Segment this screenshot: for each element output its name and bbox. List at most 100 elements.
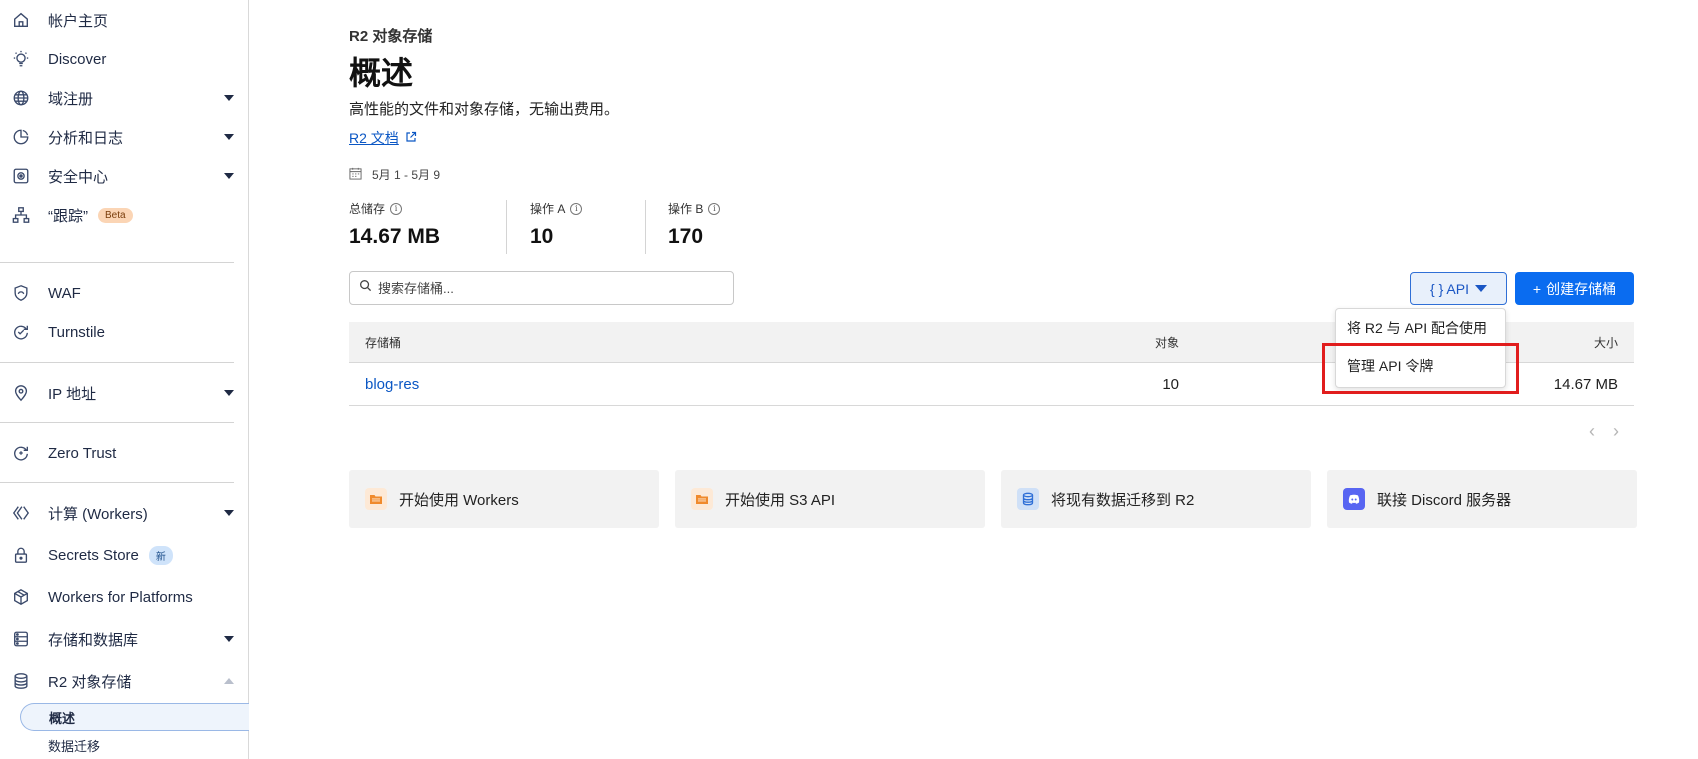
chevron-down-icon (224, 173, 234, 179)
sidebar-item-compute-workers[interactable]: 计算 (Workers) (0, 493, 248, 533)
column-header-size[interactable]: 大小 (1594, 334, 1618, 351)
zero-trust-icon (11, 443, 31, 463)
card-label: 联接 Discord 服务器 (1377, 491, 1512, 509)
location-pin-icon (11, 383, 31, 403)
sidebar-item-label: Discover (48, 50, 107, 68)
sidebar-item-waf[interactable]: WAF (0, 273, 248, 313)
card-get-started-workers[interactable]: 开始使用 Workers (349, 470, 659, 528)
info-icon[interactable]: i (570, 202, 583, 215)
chevron-down-icon (224, 510, 234, 516)
chevron-down-icon (224, 134, 234, 140)
create-bucket-button[interactable]: + 创建存储桶 (1515, 272, 1634, 305)
sidebar-item-label: 域注册 (48, 90, 94, 108)
sidebar-subitem-data-migration[interactable]: 数据迁移 (20, 731, 249, 759)
pie-chart-icon (11, 127, 31, 147)
date-range[interactable]: 5月 1 - 5月 9 (349, 166, 440, 183)
app-root: 帐户主页 Discover 域注册 分析和日志 安全中心 “跟踪” Beta W… (0, 0, 1698, 759)
sidebar-item-zero-trust[interactable]: Zero Trust (0, 433, 248, 473)
sidebar-item-r2-object-storage[interactable]: R2 对象存储 (0, 661, 248, 701)
stat-operations-b: 操作 B i 170 (668, 200, 721, 256)
page-title: 概述 (349, 55, 414, 91)
date-range-text: 5月 1 - 5月 9 (372, 168, 441, 182)
sidebar-subitem-label: 概述 (49, 710, 76, 726)
cube-icon (11, 587, 31, 607)
sidebar: 帐户主页 Discover 域注册 分析和日志 安全中心 “跟踪” Beta W… (0, 0, 249, 759)
sidebar-item-domain-registration[interactable]: 域注册 (0, 78, 248, 118)
stat-label: 总储存 (349, 202, 386, 216)
sidebar-subitem-overview[interactable]: 概述 (20, 703, 249, 731)
folder-icon (691, 488, 713, 510)
highlight-box (1322, 343, 1519, 394)
waf-shield-icon (11, 283, 31, 303)
sidebar-item-secrets-store[interactable]: Secrets Store 新 (0, 535, 248, 575)
chevron-right-icon[interactable]: › (1613, 421, 1619, 442)
sidebar-divider (0, 482, 234, 483)
chevron-left-icon[interactable]: ‹ (1589, 421, 1595, 442)
card-migrate-data[interactable]: 将现有数据迁移到 R2 (1001, 470, 1311, 528)
column-header-bucket[interactable]: 存储桶 (365, 334, 401, 351)
pagination: ‹ › (1589, 421, 1619, 442)
sidebar-divider (0, 422, 234, 423)
sidebar-item-label: Zero Trust (48, 444, 117, 462)
info-icon[interactable]: i (708, 202, 721, 215)
sidebar-item-turnstile[interactable]: Turnstile (0, 312, 248, 352)
api-dropdown-button[interactable]: { } API (1410, 272, 1507, 305)
sidebar-item-security-center[interactable]: 安全中心 (0, 156, 248, 196)
card-label: 开始使用 S3 API (725, 491, 836, 509)
card-label: 开始使用 Workers (399, 491, 519, 509)
database-icon (11, 671, 31, 691)
card-join-discord[interactable]: 联接 Discord 服务器 (1327, 470, 1637, 528)
sidebar-item-storage-databases[interactable]: 存储和数据库 (0, 619, 248, 659)
chevron-down-icon (224, 95, 234, 101)
chevron-down-icon (224, 636, 234, 642)
menu-item-use-r2-with-api[interactable]: 将 R2 与 API 配合使用 (1336, 309, 1505, 347)
chevron-down-icon (224, 390, 234, 396)
search-input[interactable] (378, 280, 718, 296)
bucket-search (349, 271, 734, 305)
page-eyebrow: R2 对象存储 (349, 28, 433, 45)
search-icon (359, 279, 372, 297)
beta-badge: Beta (98, 207, 133, 223)
stat-value: 10 (530, 225, 554, 248)
sidebar-item-discover[interactable]: Discover (0, 39, 248, 79)
sidebar-item-label: Workers for Platforms (48, 588, 193, 606)
folder-icon (365, 488, 387, 510)
stat-value: 170 (668, 225, 704, 248)
stat-label: 操作 B (668, 202, 704, 216)
bucket-object-count: 10 (1162, 375, 1179, 393)
info-icon[interactable]: i (390, 202, 403, 215)
card-get-started-s3-api[interactable]: 开始使用 S3 API (675, 470, 985, 528)
create-bucket-label: 创建存储桶 (1546, 280, 1617, 297)
card-label: 将现有数据迁移到 R2 (1051, 491, 1195, 509)
column-header-objects[interactable]: 对象 (1155, 334, 1179, 351)
new-badge: 新 (148, 545, 173, 565)
storage-icon (11, 629, 31, 649)
sidebar-item-label: R2 对象存储 (48, 673, 132, 691)
caret-down-icon (1474, 285, 1487, 292)
sidebar-item-label: 存储和数据库 (48, 631, 139, 649)
plus-icon: + (1532, 280, 1542, 297)
chevron-up-icon (224, 678, 234, 684)
sitemap-icon (11, 205, 31, 225)
sidebar-item-account-home[interactable]: 帐户主页 (0, 0, 248, 40)
sidebar-item-ip-addresses[interactable]: IP 地址 (0, 373, 248, 413)
sidebar-item-trace[interactable]: “跟踪” Beta (0, 195, 248, 235)
lightbulb-icon (11, 49, 31, 69)
sidebar-item-label: 帐户主页 (48, 12, 109, 30)
home-icon (11, 10, 31, 30)
turnstile-icon (11, 322, 31, 342)
bucket-link[interactable]: blog-res (365, 376, 419, 393)
calendar-icon (349, 167, 362, 183)
stat-operations-a: 操作 A i 10 (530, 200, 583, 256)
bucket-size: 14.67 MB (1553, 375, 1618, 393)
security-center-icon (11, 166, 31, 186)
docs-link[interactable]: R2 文档 (349, 128, 417, 148)
page-subtitle: 高性能的文件和对象存储，无输出费用。 (349, 101, 620, 118)
sidebar-item-workers-for-platforms[interactable]: Workers for Platforms (0, 577, 248, 617)
sidebar-item-analytics[interactable]: 分析和日志 (0, 117, 248, 157)
docs-link-label: R2 文档 (349, 130, 399, 146)
stat-divider (506, 200, 507, 254)
external-link-icon (405, 130, 417, 146)
lock-icon (11, 545, 31, 565)
sidebar-divider (0, 262, 234, 263)
